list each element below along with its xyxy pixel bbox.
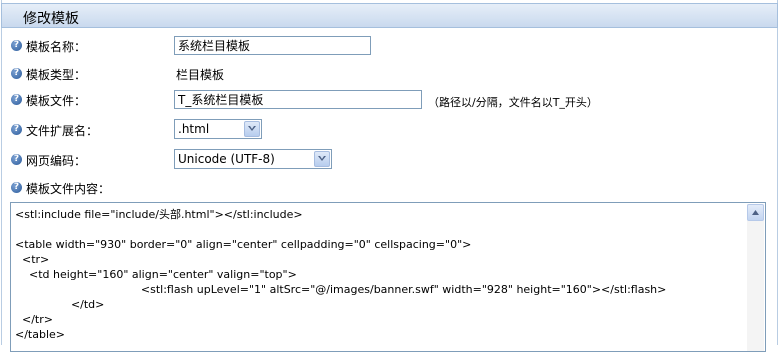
- page-encoding-label: 网页编码：: [26, 154, 87, 168]
- chevron-down-icon[interactable]: [314, 151, 330, 167]
- template-type-label: 模板类型：: [26, 68, 87, 82]
- code-line: <table width="930" border="0" align="cen…: [15, 238, 472, 251]
- file-extension-select[interactable]: .html: [174, 119, 262, 139]
- code-line: <stl:flash upLevel="1" altSrc="@/images/…: [15, 283, 667, 296]
- panel-title: 修改模板: [23, 11, 79, 27]
- template-name-input[interactable]: [174, 36, 371, 55]
- scroll-up-arrow-icon[interactable]: [747, 204, 764, 221]
- template-type-value: 栏目模板: [176, 68, 225, 82]
- template-content-label: 模板文件内容：: [26, 182, 111, 196]
- code-line: </table>: [15, 328, 65, 341]
- template-file-hint: （路径以/分隔，文件名以T_开头）: [428, 96, 598, 109]
- code-line: <td height="160" align="center" valign="…: [15, 268, 297, 281]
- help-icon[interactable]: ?: [11, 94, 22, 105]
- code-line: </td>: [15, 298, 105, 311]
- code-line: </tr>: [15, 313, 53, 326]
- file-extension-value: .html: [178, 122, 210, 136]
- help-icon[interactable]: ?: [11, 182, 22, 193]
- help-icon[interactable]: ?: [11, 40, 22, 51]
- help-icon[interactable]: ?: [11, 154, 22, 165]
- page-encoding-value: Unicode (UTF-8): [178, 152, 275, 166]
- code-line: <stl:include file="include/头部.html"></st…: [15, 208, 303, 221]
- template-content-textarea[interactable]: <stl:include file="include/头部.html"></st…: [10, 202, 766, 352]
- help-icon[interactable]: ?: [11, 68, 22, 79]
- template-name-label: 模板名称：: [26, 40, 87, 54]
- page-encoding-select[interactable]: Unicode (UTF-8): [174, 149, 332, 169]
- code-line: <tr>: [15, 253, 50, 266]
- chevron-down-icon[interactable]: [244, 121, 260, 137]
- template-content-code: <stl:include file="include/头部.html"></st…: [15, 207, 745, 342]
- panel-header: 修改模板: [1, 3, 778, 28]
- template-file-label: 模板文件：: [26, 94, 87, 108]
- template-file-input[interactable]: [174, 90, 422, 109]
- file-extension-label: 文件扩展名：: [26, 124, 99, 138]
- help-icon[interactable]: ?: [11, 124, 22, 135]
- vertical-scrollbar[interactable]: [747, 204, 764, 351]
